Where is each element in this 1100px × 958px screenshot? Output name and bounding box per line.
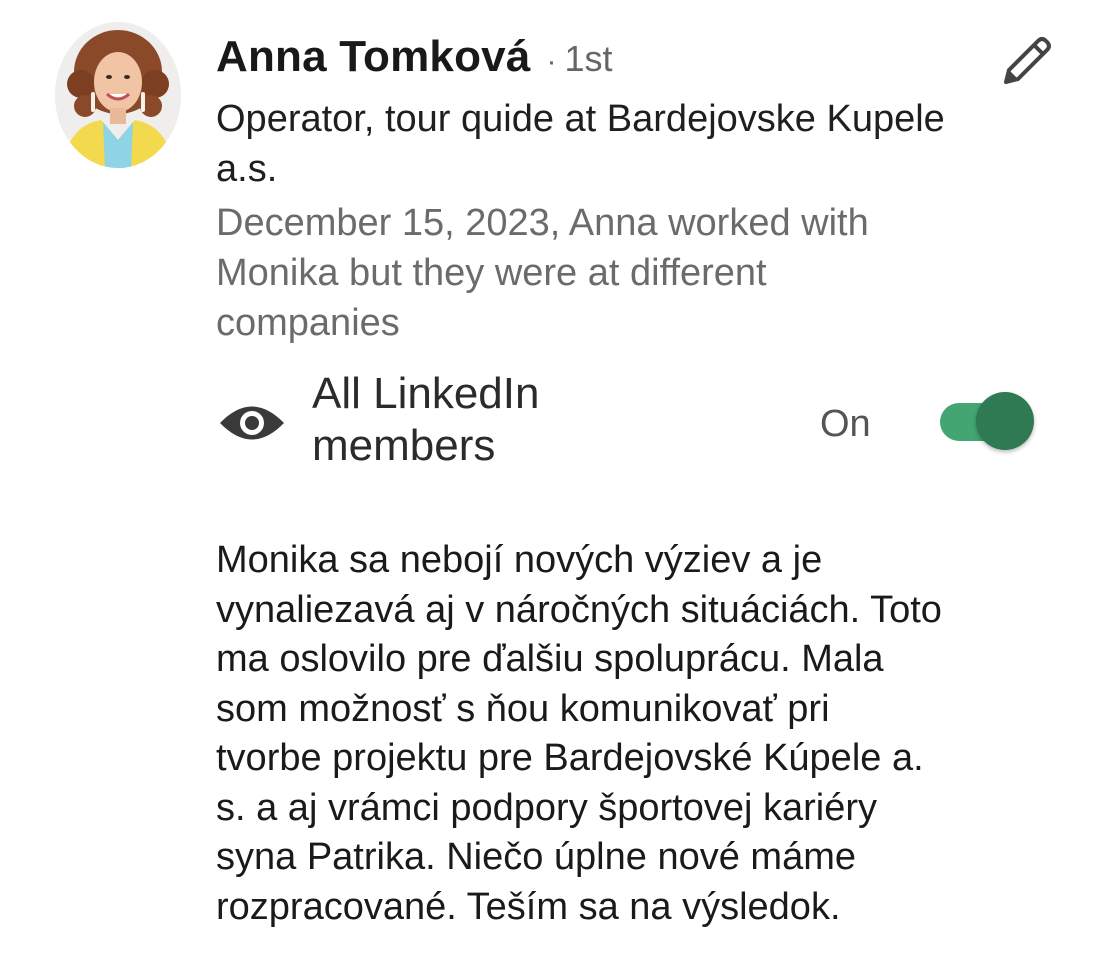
relationship-meta: December 15, 2023, Anna worked with Moni… [216, 202, 869, 344]
avatar[interactable] [55, 22, 181, 168]
recommender-header: Anna Tomková · 1st [216, 32, 613, 88]
toggle-state-label: On [820, 403, 871, 445]
recommender-headline: Operator, tour quide at Bardejovske Kupe… [216, 98, 945, 190]
recommender-name[interactable]: Anna Tomková [216, 32, 531, 82]
profile-photo [55, 22, 181, 168]
visibility-toggle[interactable] [938, 390, 1038, 454]
toggle-thumb [976, 392, 1034, 450]
separator-dot: · [546, 45, 557, 78]
connection-degree: 1st [564, 38, 613, 79]
eye-icon [216, 396, 288, 450]
pencil-icon [1004, 37, 1051, 84]
edit-button[interactable] [994, 28, 1060, 94]
recommendation-text: Monika sa nebojí nových výziev a je vyna… [216, 539, 942, 928]
visibility-label: All LinkedIn members [312, 369, 540, 470]
